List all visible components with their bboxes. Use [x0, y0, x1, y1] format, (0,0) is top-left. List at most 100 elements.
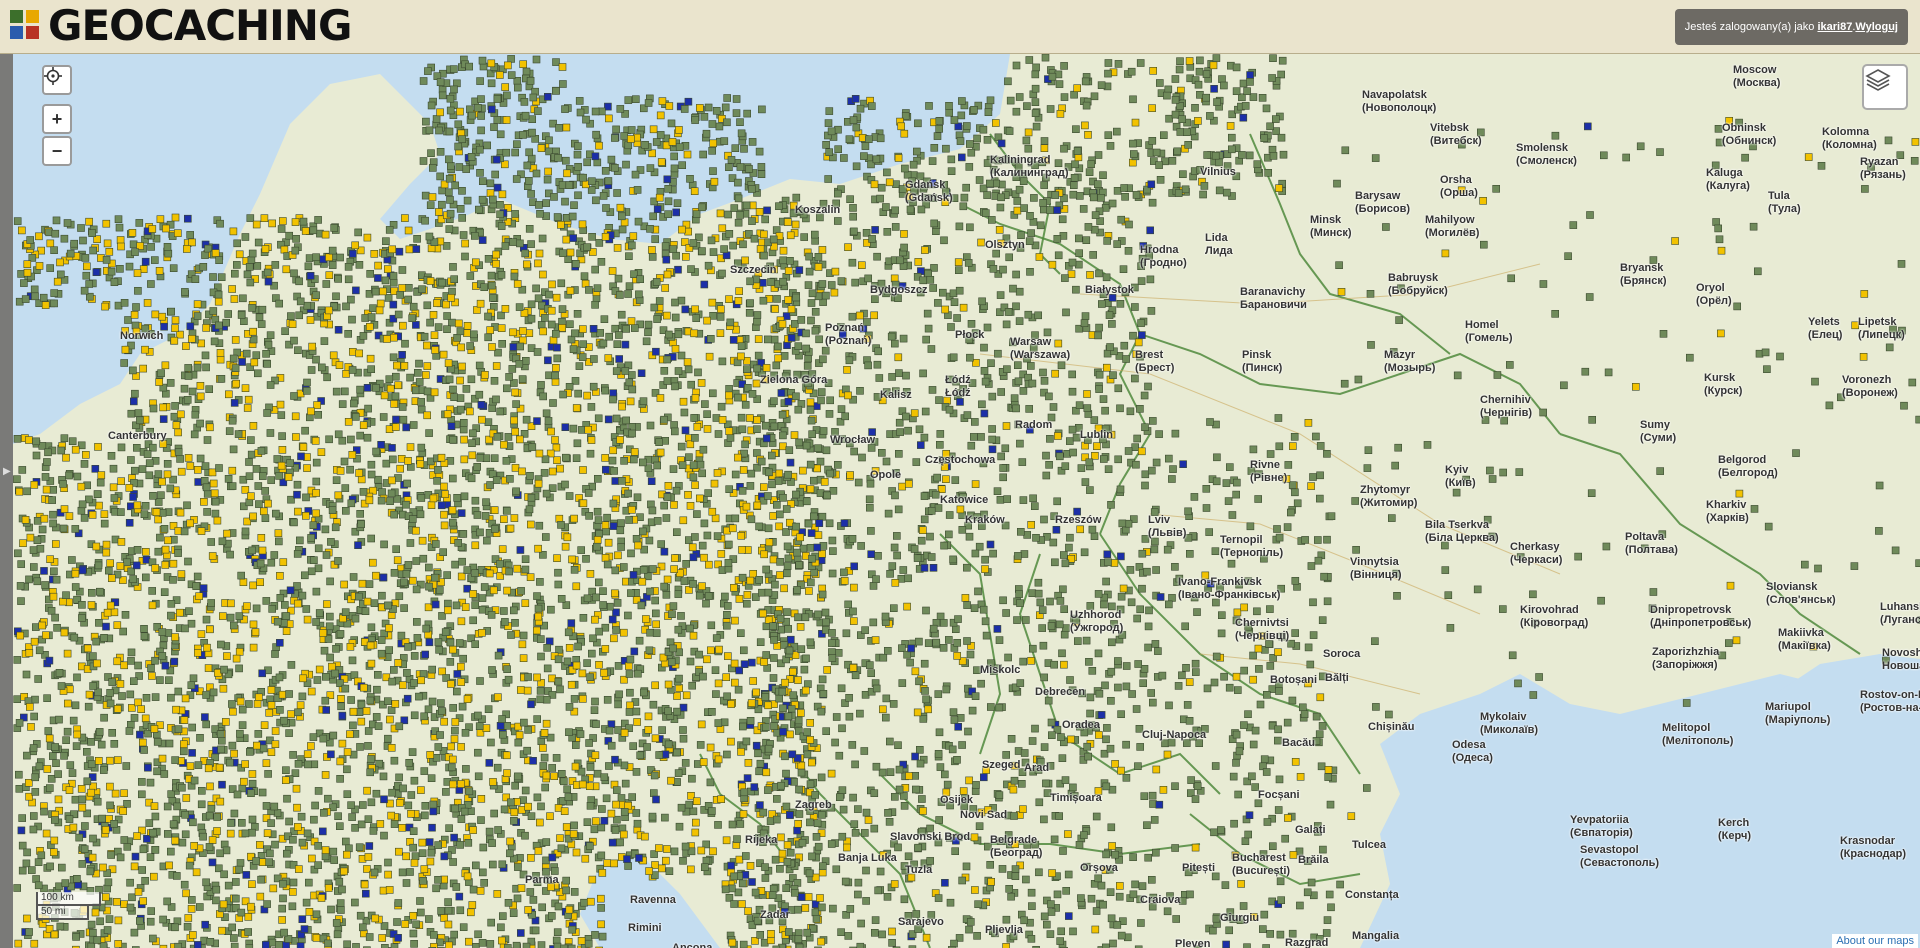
geocache-marker: [334, 491, 343, 500]
geocache-marker: [679, 726, 687, 734]
geocache-marker: [475, 390, 484, 399]
geocache-marker: [475, 722, 484, 731]
geocache-marker: [727, 737, 735, 746]
geocache-marker: [59, 524, 68, 533]
geocache-marker: [237, 571, 245, 580]
geocache-marker: [49, 485, 58, 494]
geocache-marker: [423, 387, 432, 396]
geocache-marker: [541, 783, 550, 792]
geocache-marker: [753, 425, 761, 434]
sidebar-toggle[interactable]: ▶: [0, 54, 13, 948]
geocache-marker: [256, 559, 265, 568]
logout-link[interactable]: Wyloguj: [1855, 21, 1898, 33]
geocache-marker: [348, 366, 357, 374]
geocache-marker: [50, 567, 58, 576]
geocache-marker: [398, 266, 407, 274]
geocache-marker: [241, 829, 250, 838]
geocache-marker: [563, 657, 572, 666]
geocache-marker: [216, 219, 224, 228]
geocache-marker: [396, 291, 405, 299]
geocache-marker: [577, 546, 586, 554]
geocache-marker: [380, 795, 388, 804]
geocache-marker: [452, 687, 461, 696]
geocache-marker: [818, 868, 827, 877]
geocache-marker: [496, 407, 505, 416]
geocache-marker: [385, 624, 393, 632]
geocache-marker: [434, 638, 443, 646]
geocache-marker: [183, 501, 191, 510]
geocache-marker: [588, 233, 596, 241]
geocache-marker: [535, 249, 544, 258]
geocache-marker: [516, 929, 525, 937]
geocache-marker: [562, 876, 571, 885]
geocache-marker: [122, 762, 131, 770]
geocache-marker: [146, 853, 155, 862]
geocache-marker: [361, 889, 370, 898]
geocache-marker: [397, 631, 406, 640]
geocache-marker: [533, 673, 541, 682]
geocache-marker: [103, 608, 112, 617]
geocache-marker: [150, 872, 158, 881]
geocache-marker: [73, 874, 81, 883]
geocache-marker: [503, 506, 511, 515]
geocache-marker: [184, 914, 193, 922]
geocache-marker: [456, 906, 465, 915]
geocache-marker: [384, 601, 392, 610]
geocache-marker: [60, 505, 69, 513]
geocache-marker: [184, 364, 192, 372]
geocache-marker: [123, 558, 131, 567]
geocache-marker: [699, 672, 707, 681]
geocache-marker: [509, 343, 518, 351]
geocache-marker: [378, 591, 386, 600]
map-canvas[interactable]: ▶ + − Kaliningrad (Калининград) Gdańsk (Gda…: [0, 54, 1920, 948]
geocache-marker: [542, 409, 551, 418]
username-link[interactable]: ikari87: [1817, 21, 1852, 33]
geocache-marker: [225, 427, 234, 435]
geocache-marker: [245, 458, 253, 466]
geocache-marker: [497, 936, 506, 945]
geocache-marker: [356, 385, 364, 394]
geocache-marker: [459, 231, 468, 239]
geocache-marker: [439, 350, 448, 359]
geocache-marker: [228, 923, 236, 932]
geocache-marker: [232, 894, 240, 903]
geocache-marker: [388, 245, 397, 254]
geocache-marker: [248, 304, 256, 312]
geocache-marker: [651, 681, 660, 690]
geocache-marker: [386, 497, 394, 506]
geocache-marker: [708, 807, 716, 815]
geocache-marker: [29, 812, 38, 820]
geocaching-logo[interactable]: GEOCACHING: [10, 5, 352, 47]
geocache-marker: [685, 800, 694, 809]
geocache-marker: [679, 703, 688, 712]
geocache-marker: [374, 274, 382, 282]
geocache-marker: [100, 510, 109, 519]
geocache-marker: [526, 471, 534, 480]
geocache-marker: [464, 937, 473, 946]
geocache-marker: [124, 316, 132, 324]
geocache-marker: [119, 807, 127, 815]
geocache-marker: [674, 625, 683, 634]
geocache-marker: [27, 723, 35, 731]
geocache-marker: [252, 220, 261, 229]
geocache-marker: [257, 447, 266, 455]
geocache-marker: [385, 226, 394, 234]
geocache-marker: [106, 699, 115, 708]
geocache-marker: [493, 763, 502, 772]
geocache-marker: [408, 314, 417, 323]
geocache-marker: [359, 421, 368, 430]
geocache-marker: [592, 593, 600, 602]
geocache-marker: [101, 825, 110, 834]
geocache-marker: [534, 612, 543, 621]
geocache-marker: [586, 897, 595, 906]
geocache-marker: [338, 739, 347, 748]
geocache-marker: [106, 601, 115, 610]
geocache-marker: [390, 756, 399, 765]
geocache-marker: [423, 411, 432, 420]
geocache-marker: [778, 917, 787, 925]
geocache-marker: [343, 790, 352, 799]
geocache-marker: [417, 676, 426, 685]
geocache-marker: [241, 527, 250, 536]
geocache-marker: [646, 421, 655, 430]
geocache-marker: [511, 781, 520, 790]
